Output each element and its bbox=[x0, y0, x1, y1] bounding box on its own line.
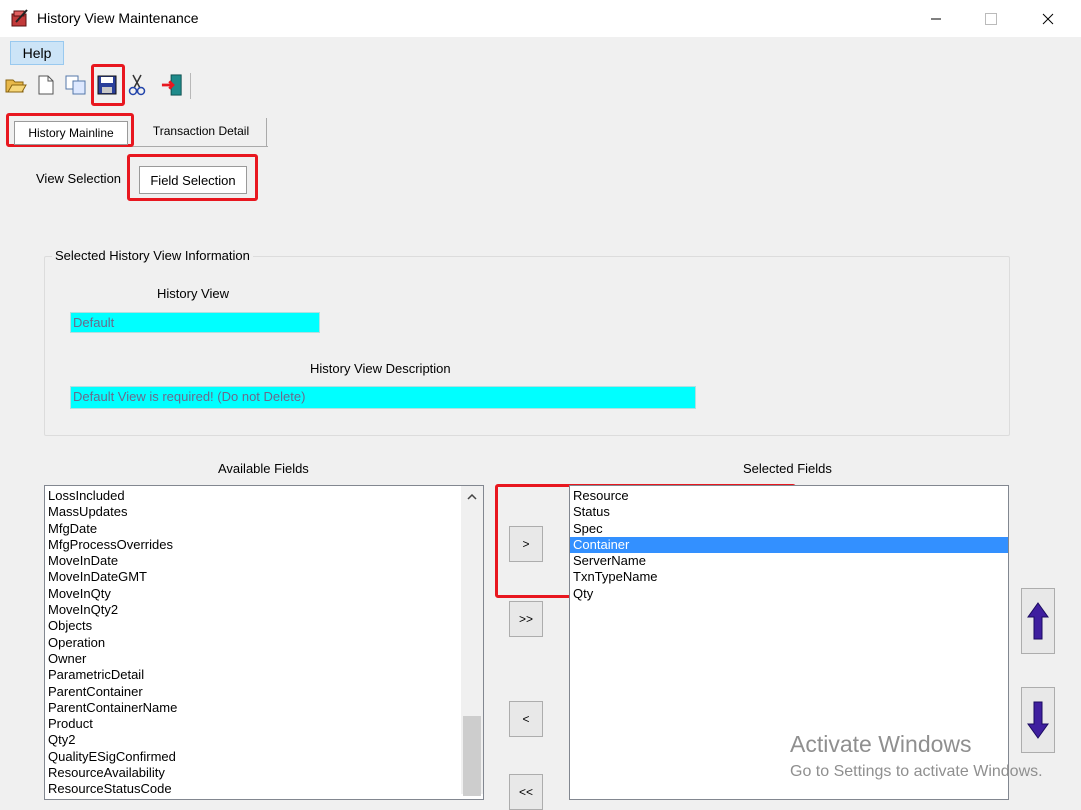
scroll-up-button[interactable] bbox=[462, 488, 482, 506]
tab-history-mainline[interactable]: History Mainline bbox=[14, 121, 128, 145]
list-item[interactable]: MfgProcessOverrides bbox=[45, 537, 483, 553]
description-field[interactable]: Default View is required! (Do not Delete… bbox=[70, 386, 696, 409]
activate-windows-subtitle: Go to Settings to activate Windows. bbox=[790, 763, 1043, 780]
save-icon[interactable] bbox=[96, 73, 118, 97]
maximize-button[interactable] bbox=[968, 0, 1014, 37]
minimize-button[interactable] bbox=[913, 0, 959, 37]
available-fields-list[interactable]: LossIncluded MassUpdates MfgDate MfgProcess… bbox=[44, 485, 484, 800]
tab-separator bbox=[266, 118, 267, 146]
tab-transaction-detail[interactable]: Transaction Detail bbox=[138, 120, 264, 142]
move-up-button[interactable] bbox=[1021, 588, 1055, 654]
list-item[interactable]: ParentContainerName bbox=[45, 700, 483, 716]
new-document-icon[interactable] bbox=[35, 73, 57, 97]
list-item[interactable]: LossIncluded bbox=[45, 488, 483, 504]
list-item[interactable]: ResourceAvailability bbox=[45, 765, 483, 781]
description-label: History View Description bbox=[310, 361, 451, 376]
list-item[interactable]: MassUpdates bbox=[45, 504, 483, 520]
tab-field-selection[interactable]: Field Selection bbox=[139, 166, 247, 194]
list-item[interactable]: MoveInQty bbox=[45, 586, 483, 602]
list-item[interactable]: MfgDate bbox=[45, 521, 483, 537]
add-field-button[interactable]: > bbox=[509, 526, 543, 562]
chevron-up-icon bbox=[467, 494, 477, 500]
list-item[interactable]: Spec bbox=[570, 521, 1008, 537]
list-item[interactable]: MoveInDate bbox=[45, 553, 483, 569]
add-all-fields-button[interactable]: >> bbox=[509, 601, 543, 637]
list-item[interactable]: Objects bbox=[45, 618, 483, 634]
list-item[interactable]: QualityESigConfirmed bbox=[45, 749, 483, 765]
close-button[interactable] bbox=[1025, 0, 1071, 37]
window-title: History View Maintenance bbox=[37, 10, 199, 26]
app-icon bbox=[10, 8, 30, 28]
move-down-button[interactable] bbox=[1021, 687, 1055, 753]
group-legend: Selected History View Information bbox=[52, 248, 253, 263]
list-item[interactable]: TxnTypeName bbox=[570, 569, 1008, 585]
arrow-down-icon bbox=[1027, 701, 1049, 739]
list-item[interactable]: MoveInQty2 bbox=[45, 602, 483, 618]
available-fields-label: Available Fields bbox=[218, 461, 309, 476]
history-view-label: History View bbox=[157, 286, 230, 301]
list-item[interactable]: ServerName bbox=[570, 553, 1008, 569]
menu-bar bbox=[0, 38, 1081, 68]
list-item[interactable]: Container bbox=[570, 536, 1008, 554]
activate-windows-title: Activate Windows bbox=[790, 731, 972, 757]
minimize-icon bbox=[931, 18, 941, 19]
toolbar-divider bbox=[190, 73, 191, 99]
cut-icon[interactable] bbox=[126, 73, 148, 97]
list-item[interactable]: MoveInDateGMT bbox=[45, 569, 483, 585]
list-item[interactable]: ParametricDetail bbox=[45, 667, 483, 683]
list-item[interactable]: Owner bbox=[45, 651, 483, 667]
remove-field-button[interactable]: < bbox=[509, 701, 543, 737]
selected-fields-label: Selected Fields bbox=[743, 461, 832, 476]
list-item[interactable]: ParentContainer bbox=[45, 684, 483, 700]
exit-icon[interactable] bbox=[161, 73, 183, 97]
list-item[interactable]: Status bbox=[570, 504, 1008, 520]
list-item[interactable]: Operation bbox=[45, 635, 483, 651]
tab-view-selection[interactable]: View Selection bbox=[36, 171, 121, 186]
menu-help[interactable]: Help bbox=[10, 41, 64, 65]
list-item[interactable]: ResourceStatusCode bbox=[45, 781, 483, 797]
history-view-info-group bbox=[44, 256, 1010, 436]
list-item[interactable]: Qty2 bbox=[45, 732, 483, 748]
list-item[interactable]: Resource bbox=[570, 488, 1008, 504]
remove-all-fields-button[interactable]: << bbox=[509, 774, 543, 810]
scroll-thumb[interactable] bbox=[463, 716, 481, 796]
open-folder-icon[interactable] bbox=[5, 73, 27, 97]
arrow-up-icon bbox=[1027, 602, 1049, 640]
history-view-field[interactable]: Default bbox=[70, 312, 320, 333]
list-item[interactable]: Qty bbox=[570, 586, 1008, 602]
copy-icon[interactable] bbox=[65, 73, 87, 97]
maximize-icon bbox=[985, 12, 997, 25]
list-item[interactable]: Product bbox=[45, 716, 483, 732]
close-icon bbox=[1042, 13, 1054, 24]
